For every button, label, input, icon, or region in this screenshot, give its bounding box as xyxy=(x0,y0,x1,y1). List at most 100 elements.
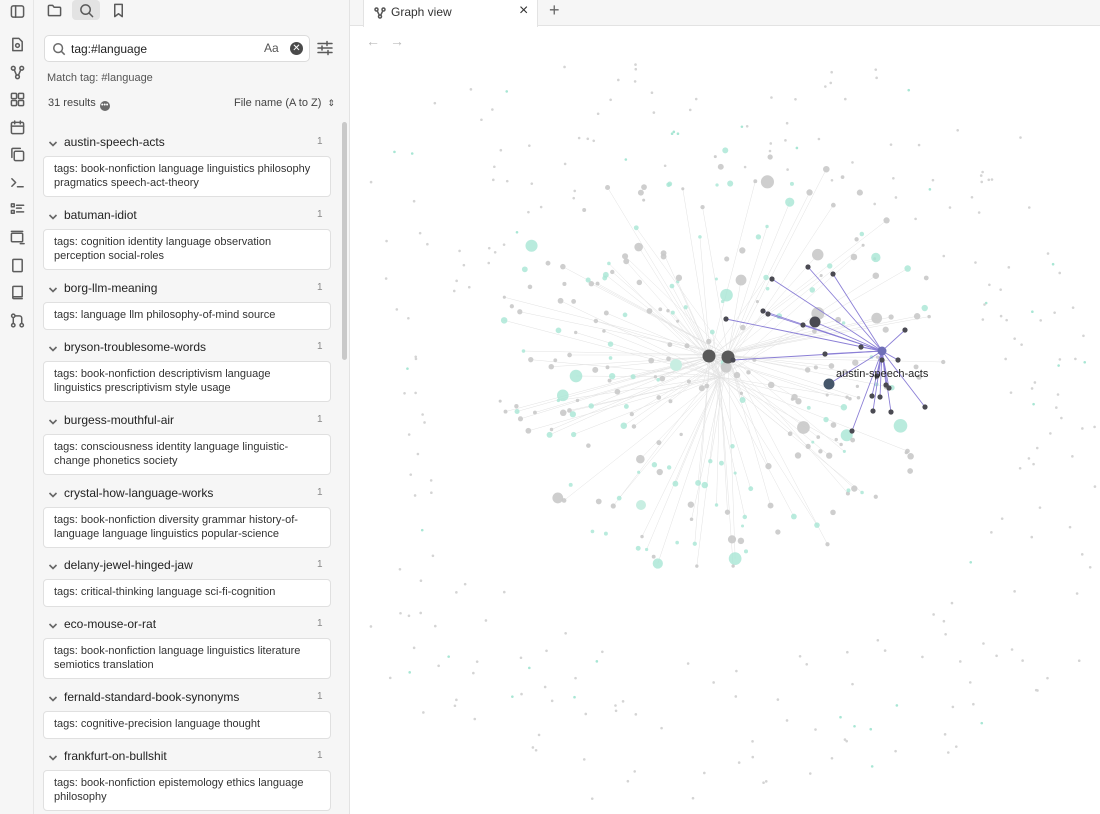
graph-node xyxy=(533,410,537,415)
graph-node xyxy=(839,442,843,447)
result-match[interactable]: tags: cognition identity language observ… xyxy=(43,229,331,270)
result-match[interactable]: tags: critical-thinking language sci-fi-… xyxy=(43,579,331,607)
result-match[interactable]: tags: cognitive-precision language thoug… xyxy=(43,711,331,739)
clear-search-icon[interactable]: ✕ xyxy=(290,42,303,55)
graph-node xyxy=(717,163,724,170)
result-match[interactable]: tags: book-nonfiction language linguisti… xyxy=(43,638,331,679)
list-icon[interactable] xyxy=(5,198,29,220)
result-title[interactable]: crystal-how-language-works 1 xyxy=(34,483,334,503)
page-icon[interactable] xyxy=(5,254,29,276)
sort-select[interactable]: File name (A to Z) ⇕ xyxy=(234,97,335,109)
graph-node xyxy=(969,561,973,564)
result-title[interactable]: eco-mouse-or-rat 1 xyxy=(34,614,334,634)
more-options-icon[interactable]: ••• xyxy=(99,101,110,111)
graph-node xyxy=(463,582,467,586)
graph-node xyxy=(631,424,637,429)
graph-node xyxy=(968,681,972,684)
close-icon[interactable]: × xyxy=(519,2,528,20)
graph-node xyxy=(614,388,621,395)
tab-graph-view[interactable]: Graph view × xyxy=(363,0,538,27)
result-title[interactable]: fernald-standard-book-synonyms 1 xyxy=(34,687,334,707)
graph-node xyxy=(830,756,834,760)
result-match[interactable]: tags: book-nonfiction descriptivism lang… xyxy=(43,361,331,402)
graph-node xyxy=(826,452,833,459)
git-icon[interactable] xyxy=(5,309,29,331)
result-match[interactable]: tags: book-nonfiction diversity grammar … xyxy=(43,507,331,548)
graph-edge xyxy=(697,356,711,483)
graph-canvas[interactable]: austin-speech-acts xyxy=(350,27,1100,814)
graph-node xyxy=(429,479,433,482)
graph-node xyxy=(633,225,639,231)
search-settings-icon[interactable] xyxy=(317,40,335,58)
graph-node xyxy=(621,700,625,703)
copy-icon[interactable] xyxy=(5,143,29,165)
graph-node xyxy=(596,112,600,116)
graph-node xyxy=(981,170,984,174)
result-match[interactable]: tags: book-nonfiction language linguisti… xyxy=(43,156,331,197)
hub-node xyxy=(702,349,716,363)
graph-node xyxy=(700,204,705,210)
graph-svg[interactable]: austin-speech-acts xyxy=(350,27,1100,814)
terminal-icon[interactable] xyxy=(5,171,29,193)
result-title[interactable]: burgess-mouthful-air 1 xyxy=(34,410,334,430)
graph-node xyxy=(852,359,859,366)
graph-node xyxy=(528,666,531,670)
graph-node xyxy=(843,97,847,101)
result-title[interactable]: batuman-idiot 1 xyxy=(34,205,334,225)
chevron-down-icon[interactable] xyxy=(48,750,60,762)
calendar-icon[interactable] xyxy=(5,116,29,138)
result-title[interactable]: borg-llm-meaning 1 xyxy=(34,278,334,298)
results-list: austin-speech-acts 1 tags: book-nonficti… xyxy=(34,122,340,814)
neighbor-node xyxy=(723,316,729,322)
chevron-down-icon[interactable] xyxy=(48,341,60,353)
book-icon[interactable] xyxy=(5,281,29,303)
graph-node xyxy=(713,155,717,159)
chevron-down-icon[interactable] xyxy=(48,691,60,703)
search-input[interactable] xyxy=(71,39,251,59)
graph-node xyxy=(603,531,608,536)
graph-node xyxy=(418,231,422,235)
graph-node xyxy=(626,779,630,783)
result-title[interactable]: delany-jewel-hinged-jaw 1 xyxy=(34,555,334,575)
canvas-icon[interactable] xyxy=(5,88,29,110)
card-add-icon[interactable] xyxy=(5,226,29,248)
graph-node xyxy=(830,70,833,74)
result-match[interactable]: tags: consciousness identity language li… xyxy=(43,434,331,475)
results-scrollbar[interactable] xyxy=(342,122,347,360)
result-name: bryson-troublesome-words xyxy=(64,340,207,354)
chevron-down-icon[interactable] xyxy=(48,559,60,571)
graph-node xyxy=(1010,648,1014,651)
chevron-down-icon[interactable] xyxy=(48,136,60,148)
result-match[interactable]: tags: book-nonfiction epistemology ethic… xyxy=(43,770,331,811)
graph-icon[interactable] xyxy=(5,61,29,83)
chevron-down-icon[interactable] xyxy=(48,209,60,221)
graph-node xyxy=(527,210,530,214)
chevron-down-icon[interactable] xyxy=(48,618,60,630)
bookmark-icon[interactable] xyxy=(104,0,132,20)
graph-node xyxy=(410,152,414,155)
graph-node xyxy=(473,717,477,721)
chevron-down-icon[interactable] xyxy=(48,282,60,294)
chevron-down-icon[interactable] xyxy=(48,487,60,499)
file-icon[interactable] xyxy=(5,33,29,55)
graph-edge xyxy=(727,192,810,356)
result-match[interactable]: tags: language llm philosophy-of-mind so… xyxy=(43,302,331,330)
graph-node xyxy=(559,409,567,417)
graph-node xyxy=(593,318,599,324)
graph-node xyxy=(913,312,921,320)
chevron-down-icon[interactable] xyxy=(48,414,60,426)
graph-node xyxy=(648,357,655,364)
graph-node xyxy=(828,363,835,369)
graph-node xyxy=(686,662,690,665)
sidebar-toggle-icon[interactable] xyxy=(5,0,29,22)
graph-node xyxy=(601,650,604,654)
folder-icon[interactable] xyxy=(40,0,68,20)
result-title[interactable]: frankfurt-on-bullshit 1 xyxy=(34,746,334,766)
graph-node xyxy=(748,486,754,492)
new-tab-button[interactable]: + xyxy=(549,0,560,21)
graph-node xyxy=(582,208,587,212)
search-icon[interactable] xyxy=(72,0,100,20)
result-title[interactable]: bryson-troublesome-words 1 xyxy=(34,337,334,357)
result-title[interactable]: austin-speech-acts 1 xyxy=(34,132,334,152)
match-case-button[interactable]: Aa xyxy=(264,41,279,55)
